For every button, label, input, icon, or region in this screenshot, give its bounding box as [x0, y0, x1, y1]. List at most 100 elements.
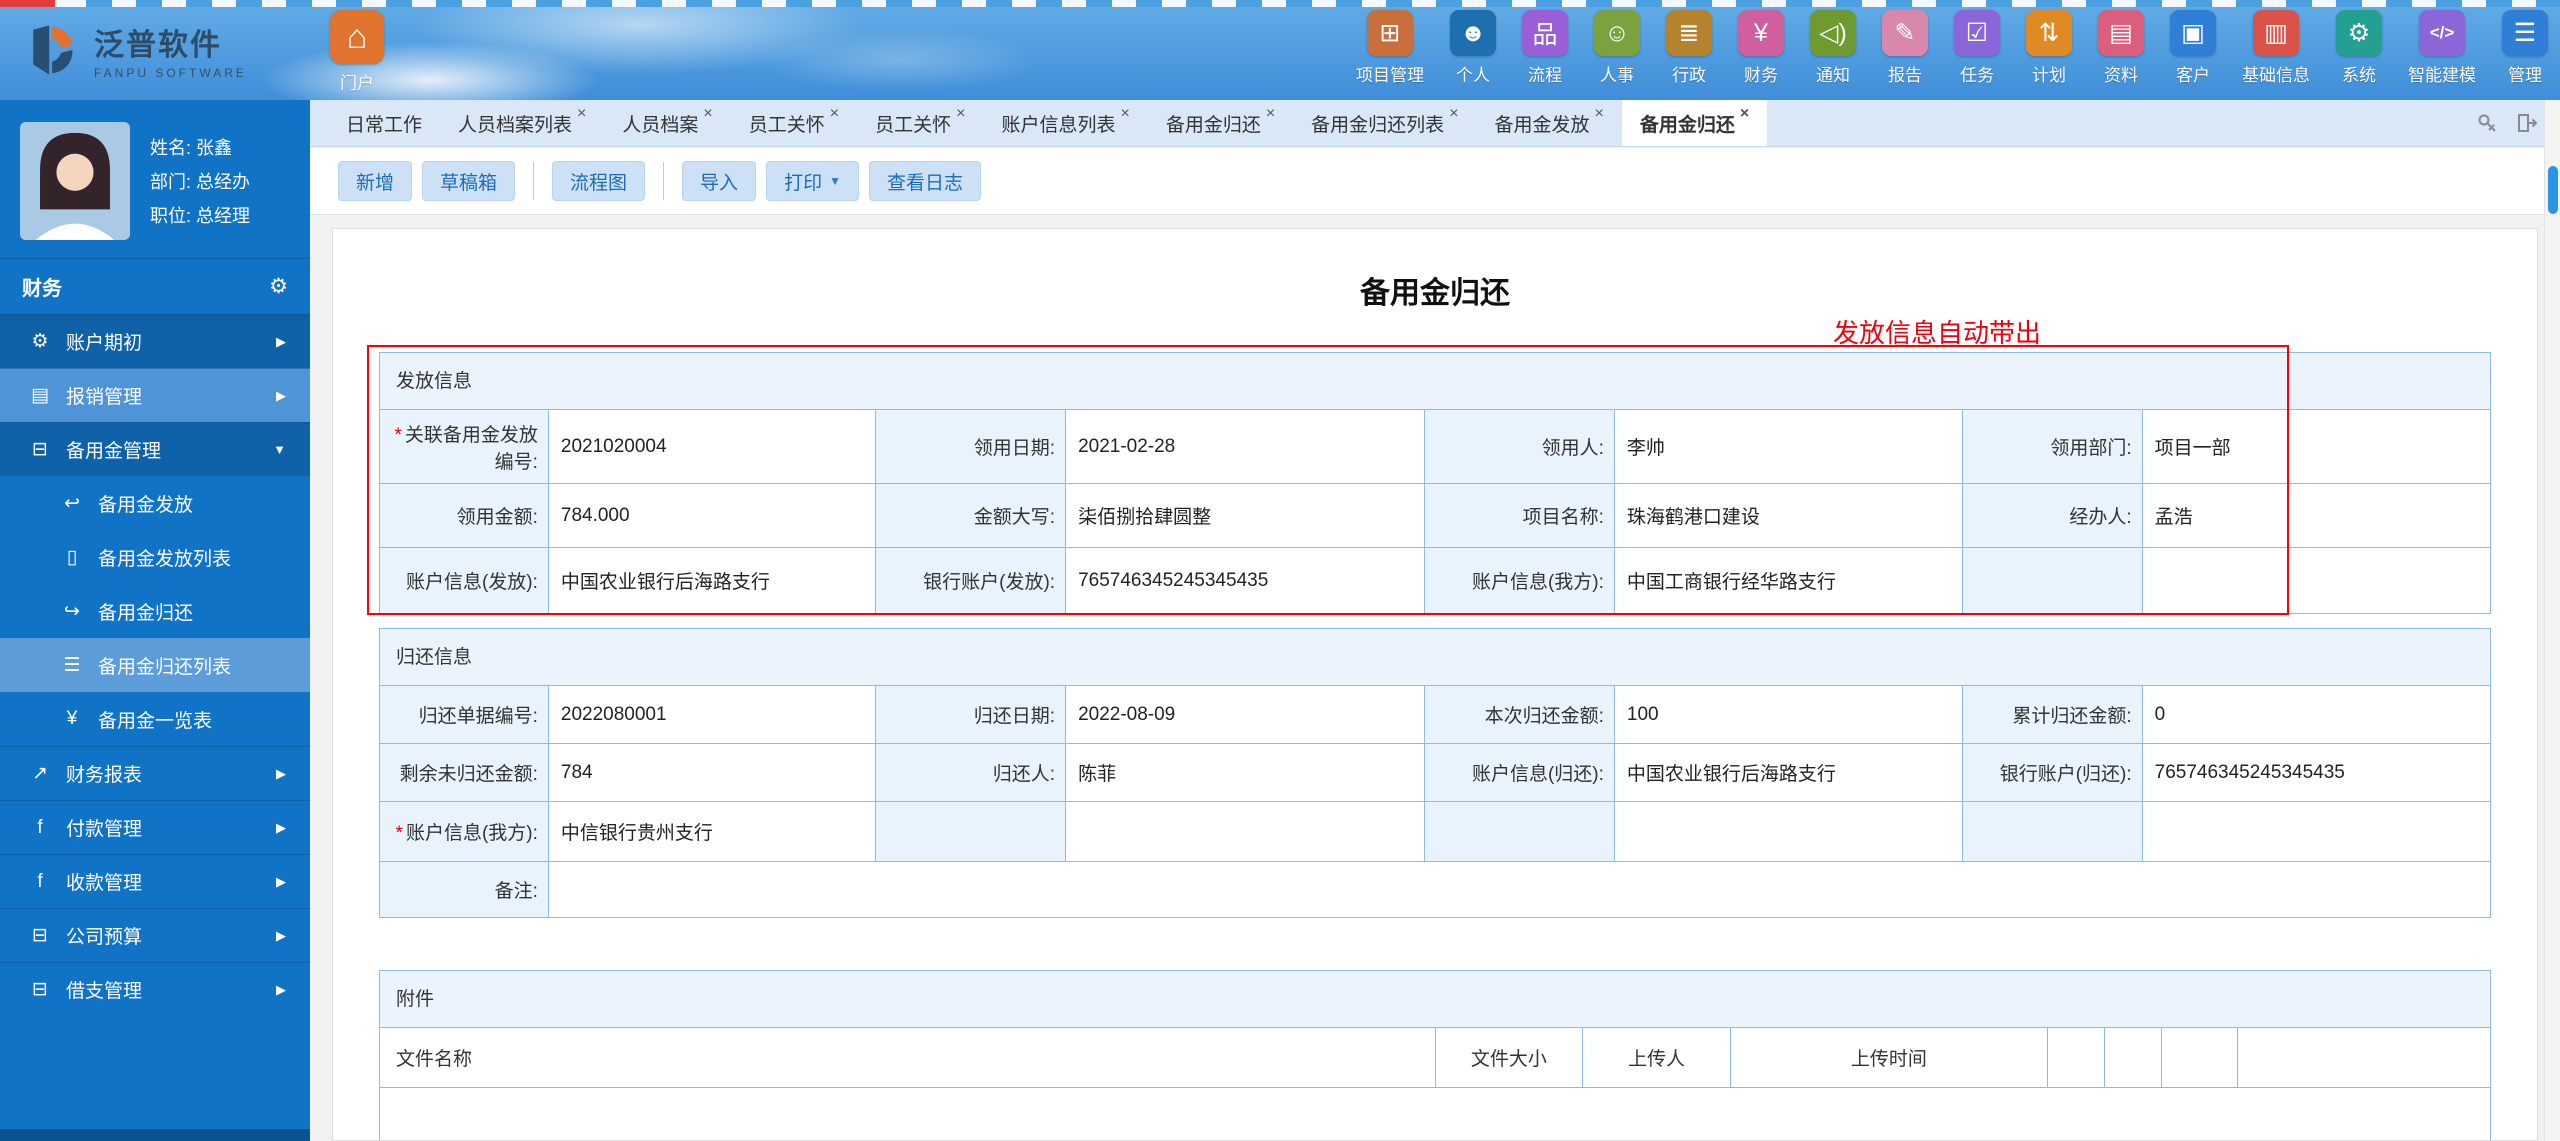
field-value[interactable]: 784.000	[547, 483, 877, 548]
topnav-item-finance[interactable]: ¥ 财务	[1738, 10, 1784, 86]
close-icon[interactable]: ×	[1449, 105, 1458, 123]
print-button[interactable]: 打印 ▼	[766, 161, 859, 201]
field-value[interactable]: 孟浩	[2141, 483, 2492, 548]
field-value[interactable]	[1065, 801, 1425, 862]
import-button[interactable]: 导入	[682, 161, 757, 201]
topnav-item-material[interactable]: ▤ 资料	[2098, 10, 2144, 86]
tab-pettycash-return-active[interactable]: 备用金归还 ×	[1621, 100, 1768, 146]
tab-label: 备用金归还	[1165, 114, 1261, 136]
field-value[interactable]: 项目一部	[2141, 409, 2492, 484]
close-icon[interactable]: ×	[1120, 105, 1129, 123]
close-icon[interactable]: ×	[577, 105, 586, 123]
field-value[interactable]	[1613, 801, 1964, 862]
topnav-item-base-info[interactable]: ▥ 基础信息	[2242, 10, 2310, 86]
field-value[interactable]	[2141, 547, 2492, 614]
topnav-item-customer[interactable]: ▣ 客户	[2170, 10, 2216, 86]
tab-account-info-list[interactable]: 账户信息列表 ×	[983, 100, 1147, 146]
topnav-item-personal[interactable]: ☻ 个人	[1450, 10, 1496, 86]
field-value[interactable]: 2021020004	[547, 409, 877, 484]
sidebar-item-account-initial[interactable]: ⚙ 账户期初 ▶	[0, 314, 310, 368]
sidebar-item-label: 备用金归还列表	[98, 656, 232, 678]
topnav-item-smart-modeling[interactable]: </> 智能建模	[2408, 10, 2476, 86]
topnav-item-hr[interactable]: ☺ 人事	[1594, 10, 1640, 86]
attachment-col-header: 文件大小	[1434, 1027, 1584, 1088]
sidebar-item-company-budget[interactable]: ⊟ 公司预算 ▶	[0, 908, 310, 962]
field-value[interactable]: 陈菲	[1065, 743, 1425, 802]
sidebar-item-label: 账户期初	[66, 333, 143, 354]
topnav-item-report[interactable]: ✎ 报告	[1882, 10, 1928, 86]
field-value[interactable]: 784	[547, 743, 877, 802]
field-value[interactable]: 中国农业银行后海路支行	[1613, 743, 1964, 802]
sidebar-section-finance[interactable]: 财务 ⚙	[0, 258, 310, 314]
topnav-item-admin[interactable]: ≣ 行政	[1666, 10, 1712, 86]
exit-icon[interactable]	[2516, 112, 2538, 134]
gear-icon[interactable]: ⚙	[269, 274, 288, 299]
field-value[interactable]: 中国工商银行经华路支行	[1613, 547, 1964, 614]
field-value[interactable]: 珠海鹤港口建设	[1613, 483, 1964, 548]
close-icon[interactable]: ×	[703, 105, 712, 123]
sidebar-item-loan-mgmt[interactable]: ⊟ 借支管理 ▶	[0, 962, 310, 1016]
scrollbar[interactable]	[2544, 100, 2560, 1141]
tab-personnel-file-list[interactable]: 人员档案列表 ×	[440, 100, 604, 146]
topnav-item-plan[interactable]: ⇅ 计划	[2026, 10, 2072, 86]
topnav-item-project-mgmt[interactable]: ⊞ 项目管理	[1356, 10, 1424, 86]
tab-employee-care-1[interactable]: 员工关怀 ×	[731, 100, 857, 146]
sidebar-item-receipt-mgmt[interactable]: f 收款管理 ▶	[0, 854, 310, 908]
field-value[interactable]: 中信银行贵州支行	[547, 801, 877, 862]
topnav-item-label: 系统	[2342, 66, 2376, 85]
field-value[interactable]: 柒佰捌拾肆圆整	[1065, 483, 1425, 548]
toolbar: 新增 草稿箱 流程图 导入 打印 ▼ 查看日志	[310, 148, 2560, 215]
topnav-item-label: 管理	[2508, 66, 2542, 85]
sidebar-item-payment-mgmt[interactable]: f 付款管理 ▶	[0, 800, 310, 854]
close-icon[interactable]: ×	[830, 105, 839, 123]
add-button[interactable]: 新增	[338, 161, 413, 201]
topnav-item-label: 门户	[340, 74, 374, 93]
field-value[interactable]	[547, 861, 2492, 918]
topnav-item-system[interactable]: ⚙ 系统	[2336, 10, 2382, 86]
tab-pettycash-grant[interactable]: 备用金发放 ×	[1477, 100, 1622, 146]
tab-daily-work[interactable]: 日常工作	[328, 100, 440, 146]
sidebar-item-expense-mgmt[interactable]: ▤ 报销管理 ▶	[0, 368, 310, 422]
close-icon[interactable]: ×	[1595, 105, 1604, 123]
close-icon[interactable]: ×	[1740, 105, 1749, 123]
view-log-button[interactable]: 查看日志	[868, 161, 981, 201]
topnav-item-workflow[interactable]: 品流程	[1522, 10, 1568, 86]
tab-label: 备用金归还列表	[1311, 114, 1445, 136]
tab-bar: 日常工作 人员档案列表 × 人员档案 × 员工关怀 × 员工关怀 × 账户信息列表 × 备用金归还 × 备…	[310, 100, 2560, 147]
sidebar-item-pettycash-mgmt[interactable]: ⊟ 备用金管理 ▼	[0, 422, 310, 476]
field-value[interactable]: 2022080001	[547, 685, 877, 744]
tab-pettycash-return-1[interactable]: 备用金归还 ×	[1148, 100, 1293, 146]
topnav-item-notice[interactable]: ◁) 通知	[1810, 10, 1856, 86]
tab-pettycash-return-list[interactable]: 备用金归还列表 ×	[1293, 100, 1476, 146]
sidebar-item-finance-report[interactable]: ↗ 财务报表 ▶	[0, 746, 310, 800]
field-value[interactable]: 2022-08-09	[1065, 685, 1425, 744]
scrollbar-thumb[interactable]	[2548, 166, 2558, 214]
sidebar-item-pettycash-return-list[interactable]: ☰ 备用金归还列表	[0, 638, 310, 692]
close-icon[interactable]: ×	[956, 105, 965, 123]
field-value[interactable]: 2021-02-28	[1065, 409, 1425, 484]
field-value[interactable]: 100	[1613, 685, 1964, 744]
send-icon: ↩	[64, 492, 80, 514]
sidebar-item-pettycash-overview[interactable]: ¥ 备用金一览表	[0, 692, 310, 746]
topnav-item-portal[interactable]: ⌂ 门户	[330, 10, 384, 94]
sidebar-item-pettycash-return[interactable]: ↪ 备用金归还	[0, 584, 310, 638]
draft-box-button[interactable]: 草稿箱	[422, 161, 516, 201]
topnav-item-task[interactable]: ☑ 任务	[1954, 10, 2000, 86]
tab-employee-care-2[interactable]: 员工关怀 ×	[857, 100, 983, 146]
sidebar-item-pettycash-grant[interactable]: ↩ 备用金发放	[0, 476, 310, 530]
topnav-item-manage[interactable]: ☰ 管理	[2502, 10, 2548, 86]
field-value[interactable]: 李帅	[1613, 409, 1964, 484]
tab-personnel-file[interactable]: 人员档案 ×	[604, 100, 730, 146]
field-value[interactable]: 765746345245345435	[1065, 547, 1425, 614]
close-icon[interactable]: ×	[1266, 105, 1275, 123]
field-value[interactable]: 0	[2141, 685, 2492, 744]
field-value[interactable]	[2141, 801, 2492, 862]
field-label: * 账户信息(我方):	[379, 801, 549, 862]
flow-chart-button[interactable]: 流程图	[552, 161, 646, 201]
field-value[interactable]: 中国农业银行后海路支行	[547, 547, 877, 614]
user-department: 部门: 总经办	[150, 172, 251, 192]
field-label: 归还日期:	[875, 685, 1067, 744]
sidebar-item-pettycash-grant-list[interactable]: ▯ 备用金发放列表	[0, 530, 310, 584]
key-icon[interactable]	[2476, 112, 2498, 134]
field-value[interactable]: 765746345245345435	[2141, 743, 2492, 802]
